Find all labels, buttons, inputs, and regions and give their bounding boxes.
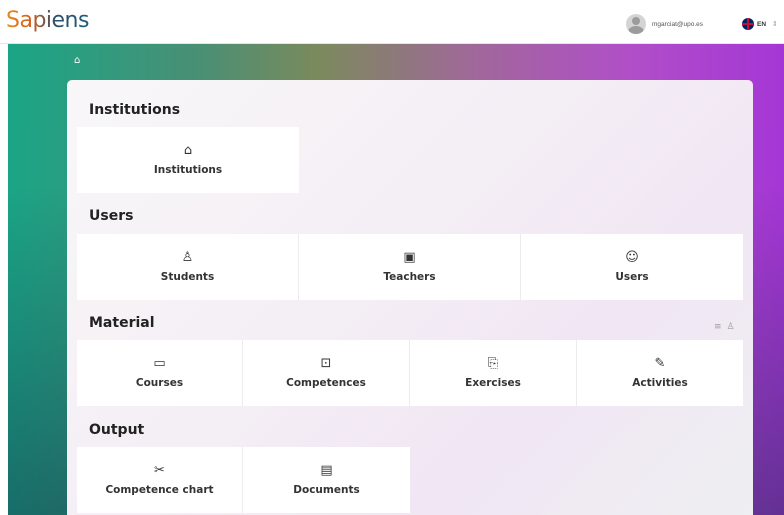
card-documents[interactable]: ▤ Documents (243, 447, 410, 513)
card-users[interactable]: ☺ Users (521, 234, 743, 300)
card-competence-chart[interactable]: ✂ Competence chart (77, 447, 243, 513)
card-students[interactable]: ♙ Students (77, 234, 299, 300)
card-label: Teachers (383, 271, 436, 283)
user-email[interactable]: mgarciat@upo.es (652, 21, 703, 28)
chart-icon: ✂ (154, 463, 165, 478)
main-panel: Institutions ⌂ Institutions Users ♙ Stud… (67, 80, 753, 515)
card-label: Institutions (153, 164, 223, 176)
uk-flag-icon (742, 18, 754, 30)
tree-view-icon[interactable]: ♙ (727, 323, 735, 332)
card-label: Competences (286, 377, 366, 389)
section-title-material: Material (89, 315, 155, 331)
user-menu[interactable]: mgarciat@upo.es (626, 14, 703, 34)
top-bar: Sapiens mgarciat@upo.es EN ⇕ (0, 0, 784, 44)
card-label: Competence chart (105, 484, 214, 496)
users-row: ♙ Students ▣ Teachers ☺ Users (77, 234, 743, 300)
user-circle-icon: ☺ (625, 250, 639, 265)
language-label: EN (757, 20, 767, 28)
section-title-output: Output (89, 422, 145, 438)
card-activities[interactable]: ✎ Activities (577, 340, 743, 406)
card-label: Users (615, 271, 649, 283)
pencil-icon: ✎ (654, 356, 666, 371)
material-row: ▭ Courses ⊡ Competences ⎘ Exercises ✎ Ac… (77, 340, 743, 406)
card-label: Activities (632, 377, 688, 389)
board-icon: ▣ (403, 250, 416, 265)
app-logo[interactable]: Sapiens (6, 6, 89, 36)
card-label: Exercises (465, 377, 521, 389)
card-teachers[interactable]: ▣ Teachers (299, 234, 521, 300)
card-institutions[interactable]: ⌂ Institutions (77, 127, 299, 193)
institutions-row: ⌂ Institutions (77, 127, 299, 193)
card-exercises[interactable]: ⎘ Exercises (410, 340, 577, 406)
card-label: Documents (293, 484, 360, 496)
chevron-updown-icon: ⇕ (772, 20, 778, 28)
bookmark-plus-icon: ⊡ (320, 356, 332, 371)
card-label: Courses (135, 377, 184, 389)
section-title-institutions: Institutions (89, 102, 181, 118)
avatar[interactable] (626, 14, 646, 34)
card-label: Students (160, 271, 215, 283)
graduation-icon: ♙ (181, 250, 194, 265)
building-icon: ⌂ (183, 143, 193, 158)
output-row: ✂ Competence chart ▤ Documents (77, 447, 410, 513)
list-view-icon[interactable]: ≡ (714, 323, 722, 332)
section-title-users: Users (89, 208, 134, 224)
material-view-toggle: ≡ ♙ (714, 323, 735, 332)
document-icon: ▤ (320, 463, 333, 478)
home-icon[interactable]: ⌂ (74, 56, 80, 66)
archive-icon: ▭ (153, 356, 166, 371)
card-courses[interactable]: ▭ Courses (77, 340, 243, 406)
card-competences[interactable]: ⊡ Competences (243, 340, 410, 406)
file-search-icon: ⎘ (487, 356, 499, 371)
language-selector[interactable]: EN ⇕ (742, 18, 778, 30)
